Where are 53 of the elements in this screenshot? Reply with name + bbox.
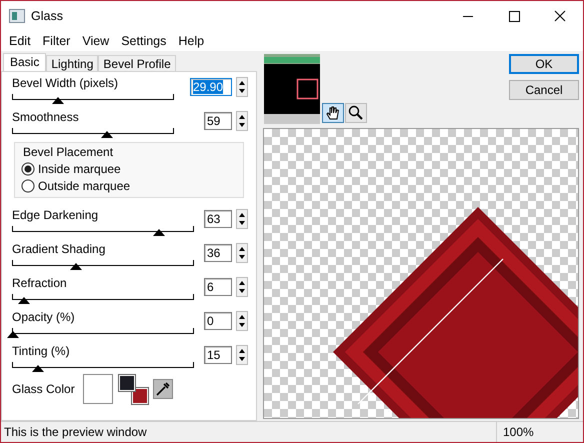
tab[interactable]: Bevel Profile [98, 55, 176, 71]
color-swatch[interactable] [82, 374, 113, 404]
glass-color-label: Glass Color [12, 382, 75, 396]
eyedropper-icon[interactable] [152, 379, 173, 399]
radio-option[interactable]: Outside marquee [21, 179, 243, 193]
menu-item[interactable]: Settings [115, 34, 172, 48]
radio-button[interactable] [21, 162, 35, 176]
app-icon [9, 9, 25, 23]
spinner-icon[interactable] [236, 311, 248, 331]
group-title: Bevel Placement [23, 145, 114, 159]
spinner-icon[interactable] [236, 209, 248, 229]
preview-thumbnail[interactable] [264, 54, 320, 124]
slider-thumb[interactable] [18, 297, 30, 304]
slider-thumb[interactable] [101, 131, 114, 138]
slider-label: Gradient Shading [12, 242, 106, 256]
slider-label: Opacity (%) [12, 310, 75, 324]
slider-thumb[interactable] [7, 331, 19, 338]
tab[interactable]: Lighting [46, 55, 98, 71]
menu-item[interactable]: Help [172, 34, 210, 48]
number-field[interactable]: 59 [204, 112, 232, 130]
slider-label: Tinting (%) [12, 344, 70, 358]
dialog-button[interactable]: Cancel [509, 80, 579, 100]
radio-button[interactable] [21, 179, 35, 193]
menu-item[interactable]: Filter [36, 34, 76, 48]
slider-label: Refraction [12, 276, 67, 290]
spinner-icon[interactable] [236, 243, 248, 263]
number-field[interactable]: 6 [204, 278, 232, 296]
slider-thumb[interactable] [152, 229, 165, 236]
status-text: This is the preview window [3, 424, 148, 441]
menu-item[interactable]: Edit [3, 34, 37, 48]
number-field[interactable]: 29.90 [190, 78, 232, 96]
tab[interactable]: Basic [3, 53, 46, 71]
hand-icon[interactable] [322, 103, 344, 123]
dialog-button[interactable]: OK [509, 54, 579, 74]
number-field[interactable]: 0 [204, 312, 232, 330]
slider-label: Edge Darkening [12, 208, 98, 222]
spinner-icon[interactable] [236, 77, 248, 97]
slider-thumb[interactable] [52, 97, 64, 104]
spinner-icon[interactable] [236, 111, 248, 131]
window-title: Glass [31, 9, 64, 23]
radio-option[interactable]: Inside marquee [21, 162, 243, 176]
slider-label: Smoothness [12, 110, 79, 124]
spinner-icon[interactable] [236, 277, 248, 297]
zoom-icon[interactable] [345, 103, 367, 123]
number-field[interactable]: 63 [204, 210, 232, 228]
slider-label: Bevel Width (pixels) [12, 76, 118, 90]
slider-thumb[interactable] [32, 365, 44, 372]
number-field[interactable]: 36 [204, 244, 232, 262]
spinner-icon[interactable] [236, 345, 248, 365]
menu-item[interactable]: View [76, 34, 116, 48]
slider-thumb[interactable] [70, 263, 82, 270]
number-field[interactable]: 15 [204, 346, 232, 364]
zoom-level: 100% [496, 422, 563, 442]
